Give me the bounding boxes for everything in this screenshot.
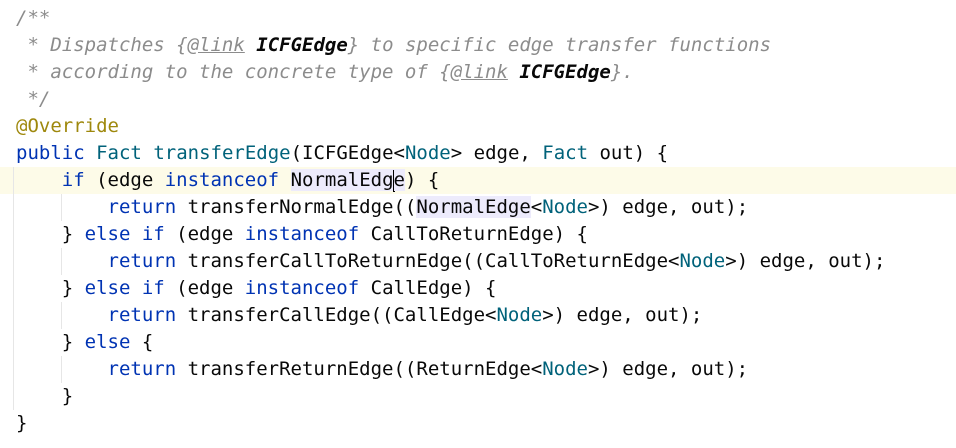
code-token: if bbox=[61, 169, 85, 191]
code-line[interactable]: /** bbox=[0, 5, 956, 32]
code-token: public bbox=[16, 142, 85, 164]
code-token: >) edge, out); bbox=[587, 196, 749, 218]
code-token: instanceof bbox=[164, 169, 280, 191]
code-token: Fact bbox=[96, 142, 142, 164]
code-token: else bbox=[84, 331, 131, 353]
code-token: > edge, bbox=[450, 142, 543, 164]
indent-guide bbox=[13, 167, 14, 194]
code-token: instanceof bbox=[244, 223, 360, 245]
code-line[interactable]: return transferCallEdge((CallEdge<Node>)… bbox=[0, 302, 956, 329]
indent-guide bbox=[13, 221, 14, 248]
code-token: (edge bbox=[164, 277, 245, 299]
code-token: < bbox=[530, 196, 543, 218]
code-token: @link bbox=[187, 34, 245, 56]
code-line[interactable]: } bbox=[0, 383, 956, 410]
code-token: } bbox=[16, 331, 85, 353]
code-token: /** bbox=[16, 7, 51, 29]
code-token: Fact bbox=[542, 142, 589, 164]
code-token: Node bbox=[496, 304, 543, 326]
code-token: CallEdge) { bbox=[359, 277, 497, 299]
indent-guide bbox=[13, 356, 14, 383]
code-token: } bbox=[16, 385, 74, 407]
code-token: } bbox=[16, 223, 85, 245]
indent-guide bbox=[13, 383, 14, 410]
code-token: @Override bbox=[16, 115, 119, 137]
code-token: instanceof bbox=[244, 277, 360, 299]
code-line[interactable]: return transferNormalEdge((NormalEdge<No… bbox=[0, 194, 956, 221]
code-token: ICFGEdge bbox=[519, 61, 611, 83]
code-token: } bbox=[16, 277, 85, 299]
indent-guide bbox=[13, 302, 14, 329]
code-token: return bbox=[107, 358, 177, 380]
code-token: ) { bbox=[404, 169, 440, 191]
code-token: >) edge, out); bbox=[725, 250, 886, 272]
indent-guide bbox=[13, 329, 14, 356]
code-token: { bbox=[130, 331, 154, 353]
code-token: return bbox=[107, 196, 177, 218]
code-token: transferCallToReturnEdge((CallToReturnEd… bbox=[176, 250, 680, 272]
code-line[interactable]: return transferCallToReturnEdge((CallToR… bbox=[0, 248, 956, 275]
code-token: }. bbox=[610, 61, 634, 83]
code-line[interactable]: @Override bbox=[0, 113, 956, 140]
indent-guide bbox=[61, 302, 62, 329]
code-token: * Dispatches { bbox=[16, 34, 188, 56]
code-token: * according to the concrete type of { bbox=[16, 61, 451, 83]
code-line[interactable]: */ bbox=[0, 86, 956, 113]
code-line[interactable]: } else if (edge instanceof CallEdge) { bbox=[0, 275, 956, 302]
indent-guide bbox=[13, 275, 14, 302]
code-token: return bbox=[107, 304, 177, 326]
code-token: >) edge, out); bbox=[542, 304, 703, 326]
code-token: Node bbox=[679, 250, 726, 272]
code-token: transferCallEdge((CallEdge< bbox=[176, 304, 497, 326]
code-token: transferNormalEdge(( bbox=[176, 196, 417, 218]
code-line[interactable]: public Fact transferEdge(ICFGEdge<Node> … bbox=[0, 140, 956, 167]
code-token: CallToReturnEdge) { bbox=[359, 223, 588, 245]
code-token: (edge bbox=[164, 223, 245, 245]
code-token: transferReturnEdge((ReturnEdge< bbox=[176, 358, 543, 380]
code-token: else if bbox=[84, 277, 165, 299]
code-token: else if bbox=[84, 223, 165, 245]
code-editor[interactable]: /** * Dispatches {@link ICFGEdge} to spe… bbox=[0, 0, 956, 448]
code-token: e bbox=[393, 169, 405, 191]
code-line[interactable]: } else if (edge instanceof CallToReturnE… bbox=[0, 221, 956, 248]
code-token: NormalEdg bbox=[290, 169, 394, 191]
code-line[interactable]: return transferReturnEdge((ReturnEdge<No… bbox=[0, 356, 956, 383]
indent-guide bbox=[13, 248, 14, 275]
code-token: @link bbox=[450, 61, 508, 83]
code-token: ICFGEdge bbox=[256, 34, 348, 56]
code-line[interactable]: * Dispatches {@link ICFGEdge} to specifi… bbox=[0, 32, 956, 59]
code-line[interactable]: if (edge instanceof NormalEdge) { bbox=[0, 167, 956, 194]
code-token: Node bbox=[542, 196, 588, 218]
code-line[interactable]: } else { bbox=[0, 329, 956, 356]
code-token: (edge bbox=[84, 169, 165, 191]
code-token: Node bbox=[404, 142, 451, 164]
code-token: (ICFGEdge< bbox=[290, 142, 405, 164]
indent-guide bbox=[61, 194, 62, 221]
code-token: } bbox=[16, 412, 28, 434]
code-token: */ bbox=[16, 88, 51, 110]
code-token: return bbox=[107, 250, 177, 272]
indent-guide bbox=[13, 194, 14, 221]
code-token: >) edge, out); bbox=[587, 358, 749, 380]
code-line[interactable]: * according to the concrete type of {@li… bbox=[0, 59, 956, 86]
indent-guide bbox=[61, 248, 62, 275]
code-token: out) { bbox=[588, 142, 669, 164]
code-token: transferEdge bbox=[153, 142, 291, 164]
code-token: Node bbox=[542, 358, 588, 380]
code-token: } to specific edge transfer functions bbox=[347, 34, 772, 56]
indent-guide bbox=[61, 356, 62, 383]
code-token: NormalEdge bbox=[416, 196, 531, 218]
code-line[interactable]: } bbox=[0, 410, 956, 437]
